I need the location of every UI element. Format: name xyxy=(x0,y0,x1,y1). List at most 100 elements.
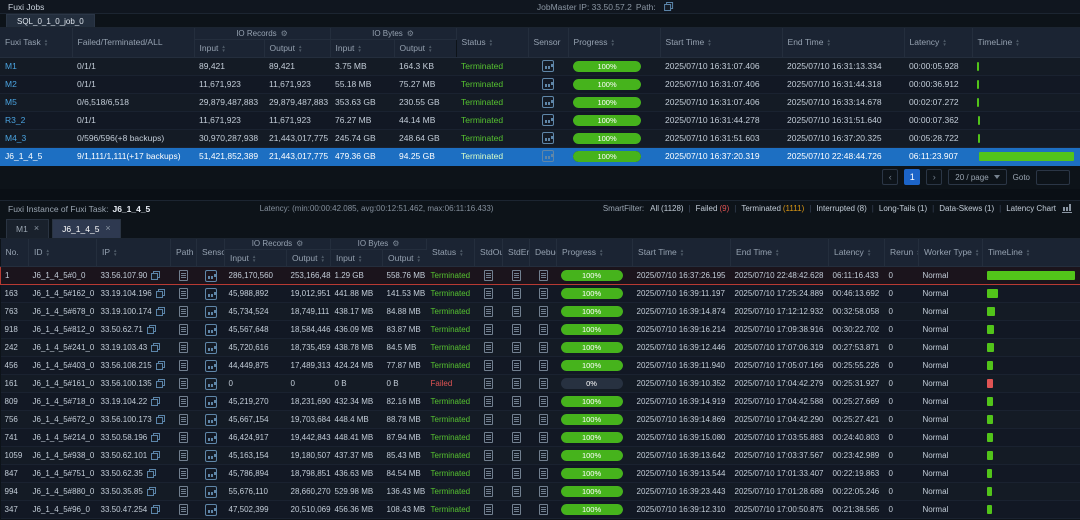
copy-ip-icon[interactable] xyxy=(151,397,161,407)
col-start-time[interactable]: Start Time xyxy=(632,238,732,267)
debug-file-icon[interactable] xyxy=(538,288,548,299)
fuxi-task-link[interactable]: R3_2 xyxy=(5,115,25,125)
col-status[interactable]: Status xyxy=(456,28,529,58)
stdout-file-icon[interactable] xyxy=(484,414,494,425)
stdout-file-icon[interactable] xyxy=(484,396,494,407)
cell-debug[interactable] xyxy=(529,356,557,375)
smartfilter-item[interactable]: Data-Skews(1) xyxy=(927,204,994,213)
cell-path[interactable] xyxy=(170,464,197,483)
instance-row[interactable]: 161 J6_1_4_5#161_0 33.56.100.135 0 0 0 B… xyxy=(0,374,1080,393)
fuxi-task-row[interactable]: J6_1_4_5 9/1,111/1,111(+17 backups) 51,4… xyxy=(0,147,1080,166)
sensor-icon[interactable] xyxy=(542,78,555,90)
fuxi-task-link[interactable]: J6_1_4_5 xyxy=(5,151,42,161)
cell-path[interactable] xyxy=(170,446,197,465)
cell-path[interactable] xyxy=(170,428,197,447)
instance-row[interactable]: 163 J6_1_4_5#162_0 33.19.104.196 45,988,… xyxy=(0,284,1080,303)
cell-debug[interactable] xyxy=(529,464,557,483)
col-bytes-input[interactable]: Input xyxy=(330,39,395,58)
cell-debug[interactable] xyxy=(529,446,557,465)
cell-fuxi-task[interactable]: M5 xyxy=(0,93,72,112)
cell-fuxi-task[interactable]: M4_3 xyxy=(0,129,72,148)
cell-stdout[interactable] xyxy=(474,356,503,375)
debug-file-icon[interactable] xyxy=(538,450,548,461)
sensor-icon[interactable] xyxy=(204,503,217,516)
cell-debug[interactable] xyxy=(529,266,557,285)
cell-stderr[interactable] xyxy=(502,302,530,321)
debug-file-icon[interactable] xyxy=(538,486,548,497)
settings-icon[interactable]: ⚙ xyxy=(392,239,399,248)
sensor-icon[interactable] xyxy=(204,431,217,444)
stderr-file-icon[interactable] xyxy=(511,486,521,497)
sort-icon[interactable] xyxy=(975,249,979,257)
cell-fuxi-task[interactable]: R3_2 xyxy=(0,111,72,130)
cell-sensor[interactable] xyxy=(196,338,225,357)
cell-stderr[interactable] xyxy=(502,464,530,483)
copy-ip-icon[interactable] xyxy=(155,361,165,371)
col-fuxi-task[interactable]: Fuxi Task xyxy=(0,28,73,58)
instance-row[interactable]: 809 J6_1_4_5#718_0 33.19.104.22 45,219,2… xyxy=(0,392,1080,411)
instance-row[interactable]: 1059 J6_1_4_5#938_0 33.50.62.101 45,163,… xyxy=(0,446,1080,465)
cell-stdout[interactable] xyxy=(474,320,503,339)
cell-path[interactable] xyxy=(170,338,197,357)
cell-debug[interactable] xyxy=(529,374,557,393)
cell-sensor[interactable] xyxy=(196,500,225,519)
stderr-file-icon[interactable] xyxy=(511,504,521,515)
fuxi-task-link[interactable]: M1 xyxy=(5,61,17,71)
sort-icon[interactable] xyxy=(459,249,463,257)
cell-debug[interactable] xyxy=(529,338,557,357)
smartfilter-item[interactable]: Terminated(1111) xyxy=(729,204,804,213)
cell-stdout[interactable] xyxy=(474,410,503,429)
cell-sensor[interactable] xyxy=(528,129,569,148)
cell-sensor[interactable] xyxy=(196,356,225,375)
sort-icon[interactable] xyxy=(357,45,361,53)
stderr-file-icon[interactable] xyxy=(511,288,521,299)
sort-icon[interactable] xyxy=(428,45,432,53)
sensor-icon[interactable] xyxy=(204,287,217,300)
copy-path-icon[interactable] xyxy=(663,2,673,11)
debug-file-icon[interactable] xyxy=(538,270,548,281)
sensor-icon[interactable] xyxy=(204,467,217,480)
cell-debug[interactable] xyxy=(529,482,557,501)
prev-page-button[interactable]: ‹ xyxy=(882,169,899,185)
stderr-file-icon[interactable] xyxy=(511,378,521,389)
cell-path[interactable] xyxy=(170,302,197,321)
cell-stdout[interactable] xyxy=(474,266,503,285)
stdout-file-icon[interactable] xyxy=(484,432,494,443)
cell-path[interactable] xyxy=(170,320,197,339)
sort-icon[interactable] xyxy=(1015,39,1019,47)
stderr-file-icon[interactable] xyxy=(511,432,521,443)
path-file-icon[interactable] xyxy=(179,378,188,389)
col-id[interactable]: ID xyxy=(28,238,97,267)
fuxi-task-link[interactable]: M5 xyxy=(5,97,17,107)
latency-chart-icon[interactable] xyxy=(1062,204,1072,213)
debug-file-icon[interactable] xyxy=(538,324,548,335)
cell-sensor[interactable] xyxy=(196,482,225,501)
instance-row[interactable]: 994 J6_1_4_5#880_0 33.50.35.85 55,676,11… xyxy=(0,482,1080,501)
cell-debug[interactable] xyxy=(529,410,557,429)
sensor-icon[interactable] xyxy=(204,413,217,426)
sensor-icon[interactable] xyxy=(204,323,217,336)
path-file-icon[interactable] xyxy=(179,450,188,461)
fuxi-task-row[interactable]: M5 0/6,518/6,518 29,879,487,883 29,879,4… xyxy=(0,93,1080,112)
sensor-icon[interactable] xyxy=(542,150,555,162)
stdout-file-icon[interactable] xyxy=(484,324,494,335)
debug-file-icon[interactable] xyxy=(538,306,548,317)
copy-ip-icon[interactable] xyxy=(151,343,161,353)
instance-row[interactable]: 1 J6_1_4_5#0_0 33.56.107.90 286,170,560 … xyxy=(0,266,1080,285)
cell-debug[interactable] xyxy=(529,284,557,303)
stdout-file-icon[interactable] xyxy=(484,306,494,317)
sensor-icon[interactable] xyxy=(542,60,555,72)
col-worker-type[interactable]: Worker Type xyxy=(918,238,984,267)
cell-stdout[interactable] xyxy=(474,446,503,465)
cell-stdout[interactable] xyxy=(474,338,503,357)
smartfilter-item[interactable]: Latency Chart xyxy=(994,204,1072,213)
debug-file-icon[interactable] xyxy=(538,342,548,353)
col-ip[interactable]: IP xyxy=(96,238,171,267)
sort-icon[interactable] xyxy=(826,39,830,47)
copy-ip-icon[interactable] xyxy=(146,469,156,479)
cell-sensor[interactable] xyxy=(196,374,225,393)
cell-debug[interactable] xyxy=(529,500,557,519)
debug-file-icon[interactable] xyxy=(538,378,548,389)
stdout-file-icon[interactable] xyxy=(484,342,494,353)
stderr-file-icon[interactable] xyxy=(511,270,521,281)
